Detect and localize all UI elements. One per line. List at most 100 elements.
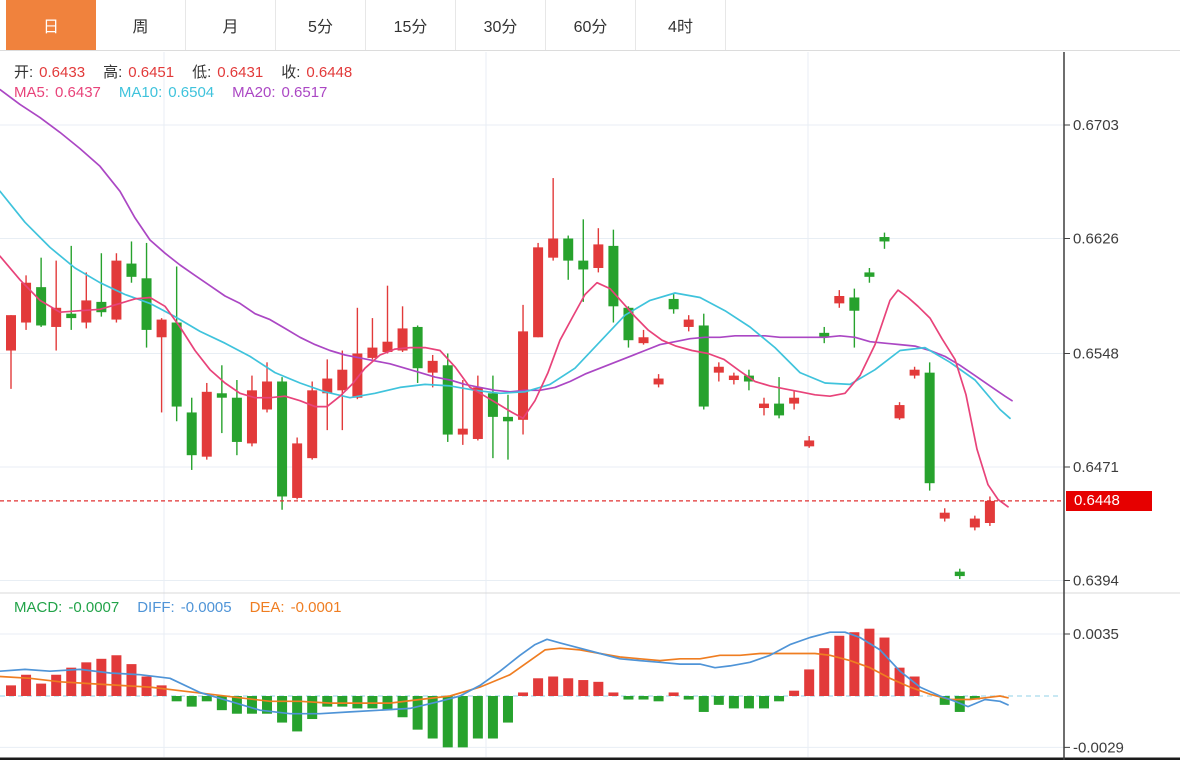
macd-info-row: MACD: -0.0007 DIFF: -0.0005 DEA: -0.0001	[14, 599, 359, 616]
macd-bar	[563, 678, 574, 696]
macd-bar	[834, 635, 845, 696]
info-label: MA5:	[14, 84, 50, 101]
macd-bar	[277, 696, 288, 723]
info-label: MA10:	[118, 84, 163, 101]
last-price-value: 0.6448	[1074, 492, 1120, 510]
macd-bar	[789, 690, 800, 696]
candle-body	[969, 518, 980, 528]
ohlc-info-row: 开: 0.6433 高: 0.6451 低: 0.6431 收: 0.6448	[14, 61, 370, 82]
macd-bar	[548, 676, 559, 696]
candle-body	[352, 353, 363, 398]
macd-bar	[593, 681, 604, 696]
macd-bar	[638, 696, 649, 700]
macd-bar	[51, 674, 62, 696]
price-tick-label: 0.6703	[1073, 117, 1119, 134]
candle-body	[924, 372, 935, 484]
macd-bar	[96, 658, 107, 696]
candle-body	[126, 263, 137, 277]
bottom-border	[0, 757, 1180, 760]
macd-bar	[653, 696, 664, 702]
candle-body	[653, 378, 664, 385]
candle-body	[774, 403, 785, 416]
info-value: 0.6431	[217, 64, 264, 81]
macd-bar	[457, 696, 468, 748]
macd-tick-label: 0.0035	[1073, 626, 1119, 643]
tab-30min[interactable]: 30分	[456, 0, 546, 50]
candle-body	[894, 405, 905, 419]
candle-body	[502, 416, 513, 422]
candle-body	[804, 440, 815, 447]
info-label: 收:	[281, 64, 301, 81]
price-tick-label: 0.6471	[1073, 459, 1119, 476]
candle-body	[548, 238, 559, 258]
candle-body	[442, 365, 453, 435]
tab-4hour[interactable]: 4时	[636, 0, 726, 50]
candle-body	[292, 443, 303, 498]
tab-day[interactable]: 日	[6, 0, 96, 50]
candle-body	[6, 315, 16, 351]
info-value: 0.6448	[306, 64, 353, 81]
macd-bar	[728, 696, 739, 709]
candle-body	[759, 403, 769, 409]
candle-body	[593, 244, 604, 268]
candle-body	[578, 260, 589, 270]
macd-bar	[201, 696, 212, 702]
tab-week[interactable]: 周	[96, 0, 186, 50]
info-label: MACD:	[14, 599, 63, 616]
candle-body	[81, 300, 92, 323]
info-label: DIFF:	[137, 599, 175, 616]
price-tick-label: 0.6394	[1073, 572, 1119, 589]
macd-bar	[126, 664, 137, 696]
candle-body	[367, 347, 378, 358]
ma20-line	[0, 88, 1013, 402]
macd-bar	[6, 685, 16, 696]
macd-bar	[759, 696, 769, 709]
macd-bar	[397, 696, 408, 718]
candle-body	[66, 313, 77, 319]
tab-month[interactable]: 月	[186, 0, 276, 50]
candle-body	[849, 297, 860, 311]
candle-body	[307, 390, 318, 459]
info-label: MA20:	[232, 84, 276, 101]
macd-bar	[487, 696, 498, 739]
chart-canvas[interactable]: 0.6703 0.6626 0.6548 0.6471 0.6394 0.0035 -0.0…	[0, 0, 1180, 763]
macd-bar	[864, 628, 875, 696]
candle-body	[216, 393, 227, 398]
candle-body	[683, 319, 694, 327]
tab-60min[interactable]: 60分	[546, 0, 636, 50]
info-label: 高:	[103, 64, 123, 81]
tab-5min[interactable]: 5分	[276, 0, 366, 50]
info-value: 0.6517	[281, 84, 328, 101]
macd-bar	[774, 696, 785, 702]
candle-body	[186, 412, 197, 456]
candle-body	[909, 369, 920, 376]
macd-bar	[608, 692, 619, 696]
macd-bar	[156, 685, 167, 696]
macd-bar	[36, 683, 47, 696]
macd-bar	[307, 696, 318, 720]
candle-body	[262, 381, 273, 410]
macd-bar	[352, 696, 363, 709]
macd-bar	[713, 696, 724, 705]
candle-body	[563, 238, 574, 261]
price-tick-label: 0.6626	[1073, 231, 1119, 248]
timeframe-tabbar: 日周月 5分 15分 30分 60分 4时	[0, 0, 1180, 51]
info-value: 0.6504	[168, 84, 215, 101]
macd-bar	[533, 678, 544, 696]
candle-body	[201, 391, 212, 457]
info-value: -0.0005	[180, 599, 232, 616]
tab-15min[interactable]: 15分	[366, 0, 456, 50]
macd-bar	[81, 662, 92, 696]
candle-body	[457, 428, 468, 435]
macd-bar	[502, 696, 513, 723]
candle-body	[277, 381, 288, 497]
info-value: 0.6433	[39, 64, 86, 81]
candle-body	[864, 272, 875, 277]
candle-body	[834, 295, 845, 304]
candle-body	[472, 387, 483, 439]
info-value: -0.0007	[68, 599, 120, 616]
macd-bar	[518, 692, 529, 696]
macd-bar	[668, 692, 679, 696]
candle-body	[171, 322, 182, 407]
candle-body	[156, 319, 167, 338]
